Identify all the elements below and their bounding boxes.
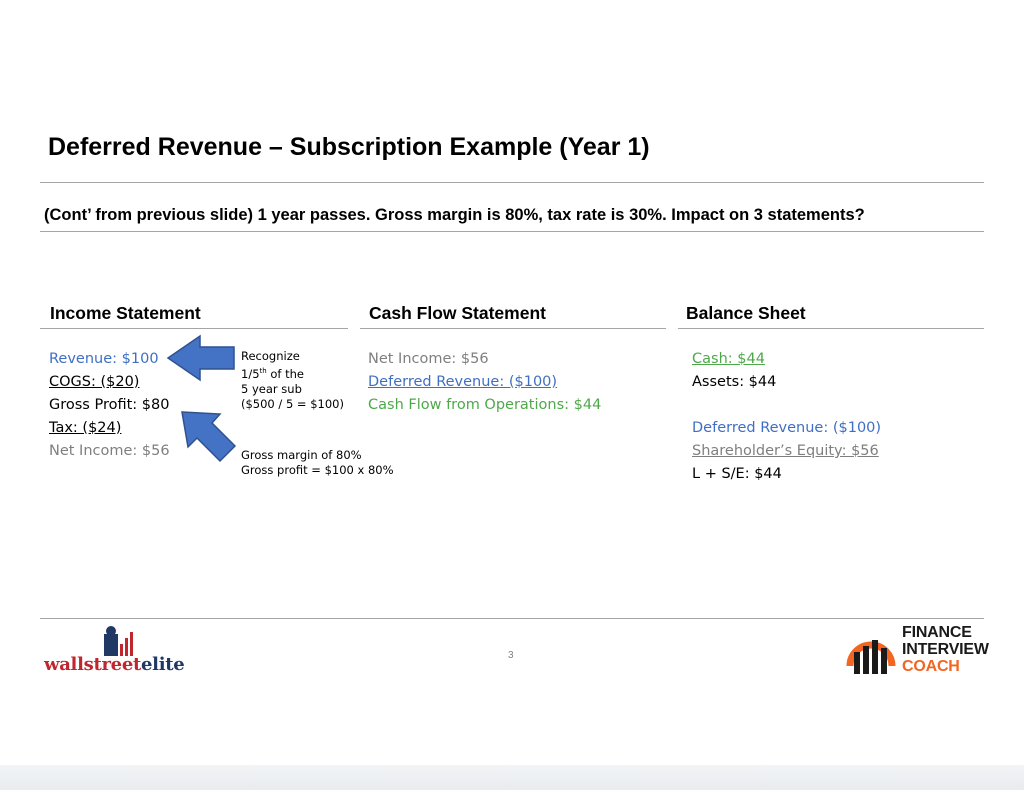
wordmark-coach: COACH [902, 658, 960, 675]
recognize-fraction: 1/5 [241, 366, 260, 381]
finance-interview-coach-logo: FINANCE INTERVIEW COACH [846, 624, 996, 680]
recognize-line-2: 1/5th of the [241, 364, 344, 382]
viewer-bottom-bar [0, 765, 1024, 790]
recognize-line-4: ($500 / 5 = $100) [241, 396, 344, 411]
wordmark-part-1: wallstreet [44, 654, 141, 675]
left-arrow-icon [166, 334, 235, 382]
finance-coach-emblem-icon [846, 640, 896, 674]
wallstreetelite-logo: wallstreetelite [44, 624, 194, 680]
recognize-note: Recognize 1/5th of the 5 year sub ($500 … [241, 349, 344, 412]
wallstreetelite-emblem-icon [104, 626, 133, 656]
wordmark-interview: INTERVIEW [902, 641, 989, 658]
slide: Deferred Revenue – Subscription Example … [0, 0, 1024, 790]
recognize-sup: th [259, 367, 267, 375]
wallstreetelite-wordmark: wallstreetelite [44, 654, 185, 675]
recognize-line-3: 5 year sub [241, 381, 302, 396]
gross-line-2: Gross profit = $100 x 80% [241, 463, 394, 477]
recognize-line-1: Recognize [241, 349, 300, 363]
page-number: 3 [508, 650, 514, 661]
gross-line-1: Gross margin of 80% [241, 448, 362, 462]
finance-coach-wordmark: FINANCE INTERVIEW COACH [902, 624, 989, 675]
gross-margin-note: Gross margin of 80% Gross profit = $100 … [241, 448, 394, 478]
footer-divider [40, 618, 984, 619]
diagonal-arrow-icon [181, 411, 237, 463]
recognize-of-the: of the [266, 366, 304, 381]
wordmark-finance: FINANCE [902, 624, 972, 641]
wordmark-part-2: elite [141, 654, 185, 675]
